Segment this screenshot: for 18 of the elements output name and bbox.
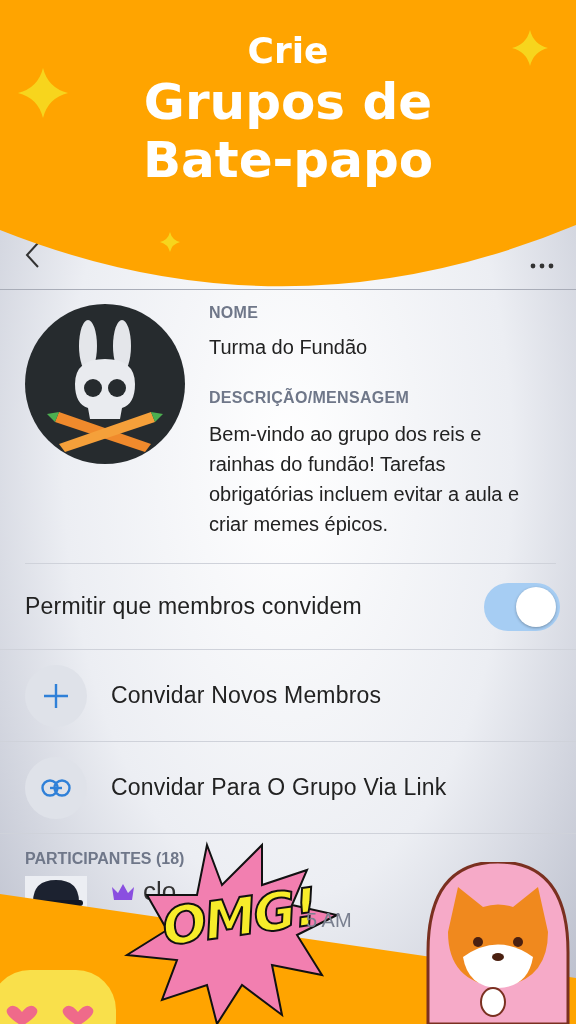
more-icon[interactable] (530, 263, 554, 269)
group-name: Turma do Fundão (209, 336, 369, 359)
group-description: Bem-vindo ao grupo dos reis e rainhas do fundão! Tarefas obrigatórias incluem evitar a aula e criar memes épicos. (209, 422, 521, 537)
setting-label: Permitir que membros convidem (25, 593, 362, 620)
banner-eyebrow: Crie (247, 30, 329, 71)
star-icon (512, 30, 548, 66)
banner-title: Grupos de Bate-papo (141, 73, 435, 189)
back-icon[interactable] (24, 241, 40, 269)
star-icon (18, 68, 68, 118)
heart-eyes-emoji-icon (0, 970, 116, 1024)
field-label: DESCRIÇÃO/MENSAGEM (209, 389, 411, 407)
toggle-switch[interactable] (484, 582, 560, 631)
star-icon (160, 232, 180, 252)
invite-members-link[interactable]: Convidar Novos Membros (111, 682, 382, 709)
invite-link[interactable]: Convidar Para O Grupo Via Link (111, 774, 447, 801)
section-header: PARTICIPANTES (18) (24, 849, 186, 869)
crown-icon (111, 882, 135, 901)
field-label: NOME (209, 304, 260, 322)
